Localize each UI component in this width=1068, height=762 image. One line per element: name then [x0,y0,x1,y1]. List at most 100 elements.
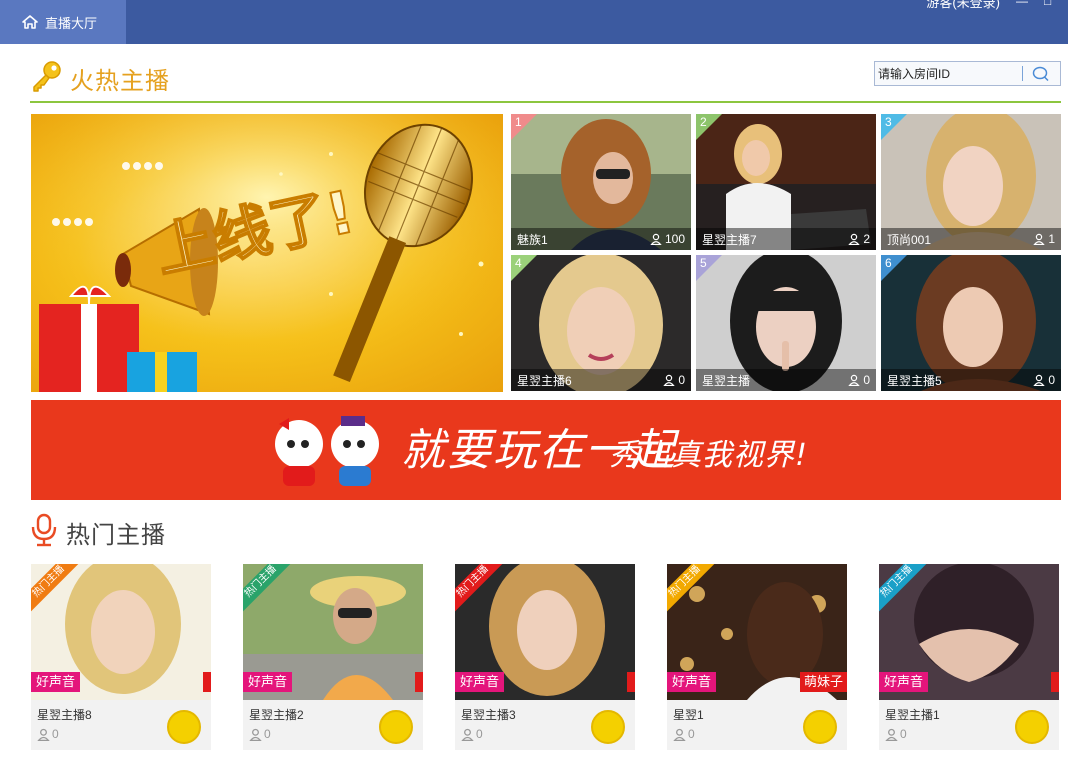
section-live-title: 火热主播 [70,67,170,95]
tag-good-voice: 好声音 [31,672,81,692]
level-badge-icon [591,710,625,744]
promo-slogan-sub: 秀出真我视界! [609,438,809,473]
anchor-name: 星翌主播6 [517,373,572,388]
anchor-card-3[interactable]: 3 顶尚001 1 [881,114,1061,250]
search-button[interactable] [1023,62,1059,85]
tag-good-voice: 好声音 [879,672,929,692]
tag-right [1051,672,1059,692]
viewer-count-value: 2 [863,232,870,246]
guest-login-link[interactable]: 游客(未登录) [926,0,1000,11]
tag-good-voice: 好声音 [455,672,505,692]
level-badge-icon [379,710,413,744]
key-icon [30,59,64,98]
tag-right [627,672,635,692]
viewer-count-value: 0 [476,727,483,741]
hot-anchor-card-4[interactable]: 热门主播 好声音 萌妹子 星翌1 0 [667,564,847,750]
viewer-count: 0 [663,373,685,387]
anchor-name: 星翌主播7 [702,232,757,247]
user-icon [663,374,675,386]
anchor-name: 星翌主播1 [885,708,940,722]
tag-good-voice: 好声音 [243,672,293,692]
user-icon [885,728,898,741]
viewer-count: 0 [1033,373,1055,387]
rank-number: 5 [700,256,707,270]
tag-cute-girl: 萌妹子 [799,672,847,692]
anchor-info-bar: 星翌主播5 0 [881,369,1061,391]
anchor-name: 星翌主播3 [461,708,516,722]
viewer-count: 0 [848,373,870,387]
anchor-card-6[interactable]: 6 星翌主播5 0 [881,255,1061,391]
anchor-info-bar: 星翌主播 0 [696,369,876,391]
tag-right [203,672,211,692]
viewer-count-value: 0 [900,727,907,741]
anchor-info-bar: 魅族1 100 [511,228,691,250]
viewer-count-value: 0 [1048,373,1055,387]
user-icon [1033,374,1045,386]
level-badge-icon [167,710,201,744]
room-search-box [874,61,1061,86]
hot-anchor-card-1[interactable]: 热门主播 好声音 星翌主播8 0 [31,564,211,750]
rank-number: 2 [700,115,707,129]
anchor-info-bar: 星翌主播7 2 [696,228,876,250]
red-promo-banner[interactable]: 就要玩在一起 秀出真我视界! [31,400,1061,500]
tab-live-hall-label: 直播大厅 [45,15,98,31]
anchor-name: 星翌主播5 [887,373,942,388]
level-badge-icon [1015,710,1049,744]
tag-right [415,672,423,692]
anchor-card-1[interactable]: 1 魅族1 100 [511,114,691,250]
mascots-illustration [275,416,379,486]
tab-live-hall[interactable]: 直播大厅 [0,0,126,44]
anchor-name: 星翌主播 [702,373,751,388]
anchor-name: 顶尚001 [887,232,932,247]
user-icon [848,233,860,245]
room-id-search-input[interactable] [875,62,1020,85]
anchor-card-5[interactable]: 5 星翌主播 0 [696,255,876,391]
section-hot-title: 热门主播 [66,521,166,549]
section-divider [30,101,1061,103]
user-icon [650,233,662,245]
viewer-count: 0 [37,727,59,741]
section-live-heading: 火热主播 [30,56,170,100]
hot-anchor-card-5[interactable]: 热门主播 好声音 星翌主播1 0 [879,564,1059,750]
anchor-name: 星翌1 [673,708,704,722]
viewer-count-value: 0 [52,727,59,741]
search-icon [1032,66,1049,81]
tag-good-voice: 好声音 [667,672,717,692]
user-icon [249,728,262,741]
user-icon [673,728,686,741]
hot-anchor-card-3[interactable]: 热门主播 好声音 星翌主播3 0 [455,564,635,750]
user-icon [37,728,50,741]
minimize-button[interactable]: — [1016,0,1028,8]
user-icon [461,728,474,741]
viewer-count-value: 0 [678,373,685,387]
hot-anchor-card-2[interactable]: 热门主播 好声音 星翌主播2 0 [243,564,423,750]
viewer-count-value: 100 [664,232,685,246]
rank-number: 4 [515,256,522,270]
viewer-count: 100 [650,232,685,246]
anchor-card-2[interactable]: 2 星翌主播7 2 [696,114,876,250]
viewer-count: 0 [885,727,907,741]
viewer-count-value: 1 [1048,232,1055,246]
viewer-count: 0 [461,727,483,741]
main-promo-banner[interactable]: 上线了! [31,114,503,392]
viewer-count-value: 0 [264,727,271,741]
level-badge-icon [803,710,837,744]
microphone-icon [30,513,58,552]
anchor-info-bar: 星翌主播6 0 [511,369,691,391]
viewer-count: 0 [673,727,695,741]
banner-artwork: 上线了! [31,114,503,392]
home-icon [22,15,38,29]
user-icon [1033,233,1045,245]
rank-number: 3 [885,115,892,129]
viewer-count-value: 0 [688,727,695,741]
rank-number: 1 [515,115,522,129]
viewer-count: 1 [1033,232,1055,246]
section-hot-heading: 热门主播 [30,512,166,552]
viewer-count: 2 [848,232,870,246]
close-button[interactable]: □ [1044,0,1056,8]
user-icon [848,374,860,386]
anchor-name: 星翌主播2 [249,708,304,722]
anchor-name: 魅族1 [517,232,548,247]
anchor-card-4[interactable]: 4 星翌主播6 0 [511,255,691,391]
top-bar: 直播大厅 游客(未登录) — □ [0,0,1068,44]
